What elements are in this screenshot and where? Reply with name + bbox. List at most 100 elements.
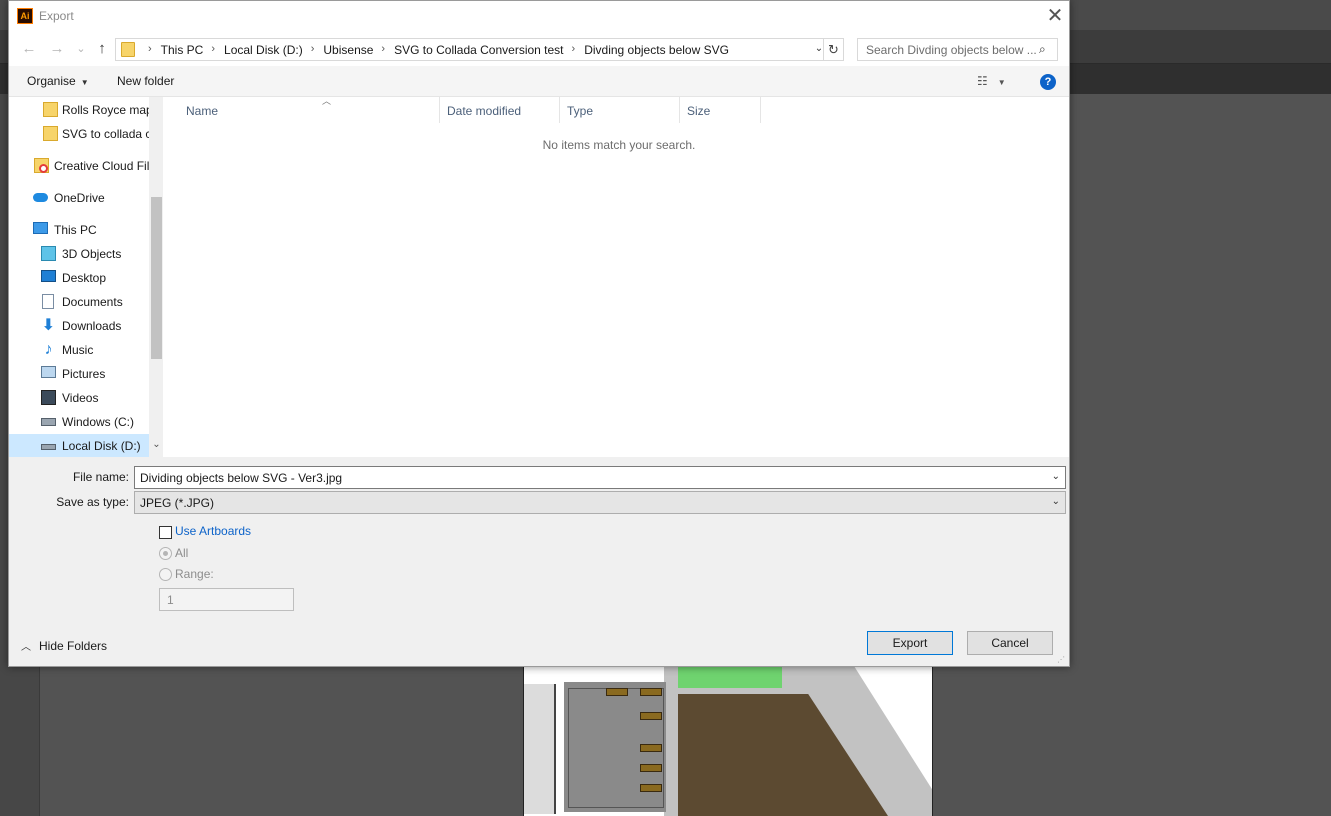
cloud-icon [33, 193, 48, 202]
creative-cloud-icon [34, 158, 49, 173]
sidebar-item-windows-c[interactable]: Windows (C:) [9, 410, 149, 434]
music-icon: ♪ [44, 341, 53, 358]
radio-selected-dot [163, 551, 168, 556]
chevron-down-icon[interactable]: ⌄ [1052, 496, 1060, 507]
organise-label: Organise [27, 74, 76, 88]
download-icon: ⬇ [41, 317, 56, 334]
file-list: Name ︿ Date modified Type Size No items … [163, 96, 1069, 457]
sidebar-item-label: Local Disk (D:) [62, 439, 141, 453]
save-as-type-select[interactable]: JPEG (*.JPG) ⌄ [134, 491, 1066, 514]
all-label: All [175, 546, 189, 560]
all-radio[interactable] [159, 547, 172, 560]
search-icon[interactable]: ⌕ [1039, 43, 1051, 55]
address-bar[interactable]: › This PC › Local Disk (D:) › Ubisense ›… [115, 38, 831, 61]
cancel-button[interactable]: Cancel [967, 631, 1053, 655]
canvas-table [640, 688, 662, 696]
column-header-type[interactable]: Type [560, 97, 680, 123]
range-input[interactable]: 1 [159, 588, 294, 611]
canvas-left-walls [524, 684, 556, 814]
sidebar-item-label: 3D Objects [62, 247, 122, 261]
dropdown-arrow-icon: ▼ [997, 78, 1006, 87]
chevron-down-icon[interactable]: ⌄ [151, 439, 162, 450]
dialog-titlebar: Ai Export ✕ [9, 1, 1069, 32]
drive-icon [41, 418, 56, 426]
picture-icon [41, 366, 56, 378]
organise-button[interactable]: Organise ▼ [27, 74, 89, 88]
sidebar-item-this-pc[interactable]: This PC [9, 218, 149, 242]
navigation-row: ← → ⌄ ↑ › This PC › Local Disk (D:) › Ub… [9, 32, 1069, 66]
canvas-table [606, 688, 628, 696]
sidebar-item-label: Windows (C:) [62, 415, 135, 429]
breadcrumb-ubisense[interactable]: Ubisense [323, 43, 373, 57]
chevron-down-icon[interactable]: ⌄ [1052, 471, 1060, 482]
column-header-name[interactable]: Name ︿ [179, 96, 440, 123]
use-artboards-label[interactable]: Use Artboards [175, 524, 251, 538]
sidebar-item-label: Downloads [62, 319, 122, 333]
command-bar: Organise ▼ New folder ☷ ▼ ? [9, 66, 1069, 97]
hide-folders-button[interactable]: ︿ Hide Folders [21, 638, 107, 653]
breadcrumb-this-pc[interactable]: This PC [161, 43, 204, 57]
sidebar-scrollbar[interactable]: ⌄ [149, 97, 163, 457]
canvas-table [640, 712, 662, 720]
cube-icon [41, 246, 56, 261]
canvas-green-area [678, 666, 782, 688]
breadcrumb-current-folder[interactable]: Divding objects below SVG [584, 43, 729, 57]
search-input[interactable]: Search Divding objects below ... [857, 38, 1058, 61]
sidebar-item-desktop[interactable]: Desktop [9, 266, 149, 290]
chevron-right-icon: › [148, 43, 152, 55]
save-as-type-label: Save as type: [56, 495, 129, 509]
sidebar-item-music[interactable]: ♪ Music [9, 338, 149, 362]
file-name-value: Dividing objects below SVG - Ver3.jpg [140, 471, 343, 485]
drive-icon [41, 444, 56, 450]
document-icon [42, 294, 54, 309]
file-name-input[interactable]: Dividing objects below SVG - Ver3.jpg ⌄ [134, 466, 1066, 489]
use-artboards-checkbox[interactable] [159, 526, 172, 539]
sidebar-item-label: OneDrive [54, 191, 105, 205]
back-button[interactable]: ← [19, 40, 39, 58]
sidebar-item-svg-to-collada[interactable]: SVG to collada c [9, 122, 152, 146]
sidebar-item-onedrive[interactable]: OneDrive [9, 186, 149, 210]
sidebar-item-label: Music [62, 343, 94, 357]
chevron-right-icon: › [381, 43, 386, 55]
details-view-icon: ☷ [977, 74, 988, 88]
scrollbar-thumb[interactable] [151, 197, 162, 359]
help-icon[interactable]: ? [1040, 74, 1056, 90]
breadcrumb-svg-collada[interactable]: SVG to Collada Conversion test [394, 43, 563, 57]
sort-ascending-icon: ︿ [322, 96, 332, 106]
sidebar-item-documents[interactable]: Documents [9, 290, 149, 314]
refresh-button[interactable]: ↻ [823, 38, 844, 61]
folder-icon [43, 126, 58, 141]
column-header-date-modified[interactable]: Date modified [440, 97, 560, 123]
artboard-canvas [523, 666, 933, 816]
hide-folders-label: Hide Folders [39, 639, 108, 653]
dropdown-arrow-icon: ▼ [80, 78, 89, 87]
close-button[interactable]: ✕ [1043, 5, 1067, 27]
up-button[interactable]: ↑ [92, 40, 112, 58]
forward-button[interactable]: → [47, 40, 67, 58]
sidebar-item-rolls-royce-map[interactable]: Rolls Royce map [9, 98, 153, 122]
range-radio[interactable] [159, 568, 172, 581]
sidebar-item-pictures[interactable]: Pictures [9, 362, 149, 386]
sidebar-item-videos[interactable]: Videos [9, 386, 149, 410]
chevron-right-icon: › [310, 43, 315, 55]
sidebar-item-creative-cloud[interactable]: Creative Cloud Fil [9, 154, 149, 178]
sidebar-item-label: SVG to collada c [62, 127, 152, 141]
view-options-button[interactable]: ☷ ▼ [977, 74, 1006, 88]
export-dialog: Ai Export ✕ ← → ⌄ ↑ › This PC › Local Di… [8, 0, 1070, 667]
sidebar-item-downloads[interactable]: ⬇ Downloads [9, 314, 149, 338]
resize-grip-icon[interactable]: ⋰ [1057, 655, 1067, 665]
illustrator-app-icon: Ai [17, 8, 33, 24]
column-header-size[interactable]: Size [680, 97, 761, 123]
export-button[interactable]: Export [867, 631, 953, 655]
breadcrumb-local-disk[interactable]: Local Disk (D:) [224, 43, 303, 57]
sidebar-item-local-disk-d[interactable]: Local Disk (D:) [9, 434, 149, 457]
new-folder-button[interactable]: New folder [117, 74, 174, 88]
sidebar-item-label: Creative Cloud Fil [54, 159, 150, 173]
chevron-up-icon: ︿ [21, 642, 31, 653]
video-icon [41, 390, 56, 405]
range-label: Range: [175, 567, 214, 581]
recent-locations-button[interactable]: ⌄ [71, 40, 91, 58]
computer-icon [33, 222, 48, 234]
sidebar-item-label: This PC [54, 223, 97, 237]
sidebar-item-3d-objects[interactable]: 3D Objects [9, 242, 149, 266]
